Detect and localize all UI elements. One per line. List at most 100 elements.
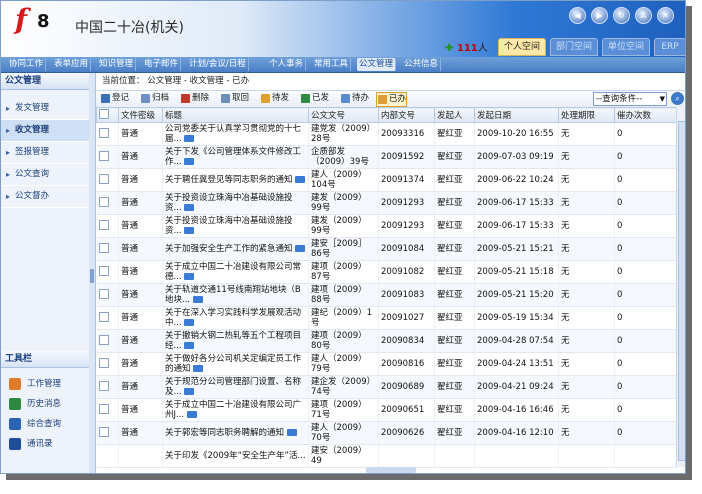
table-row[interactable]: 普通 关于做好各分公司机关定编定员工作的通知 建人（2009）79号 2009081… [96, 352, 677, 376]
sent-button[interactable]: 已发 [300, 92, 329, 105]
document-title-link[interactable]: 关于郭宏等同志职务聘解的通知 [165, 428, 284, 438]
table-row[interactable]: 普通 关于郭宏等同志职务聘解的通知 建人（2009）70号 20090626 翟红亚 2… [96, 421, 677, 445]
tab-erp[interactable]: ERP [654, 38, 685, 56]
checkbox-icon[interactable] [98, 265, 109, 276]
row-checkbox[interactable] [96, 191, 119, 215]
table-row[interactable]: 普通 公司党委关于认真学习贯彻党的十七届... 建党发（2009）28号 20093… [96, 122, 677, 146]
forward-icon[interactable]: ▶ [591, 7, 608, 24]
row-checkbox[interactable] [96, 214, 119, 238]
row-checkbox[interactable] [96, 168, 119, 192]
menu-document[interactable]: 公文管理 [357, 58, 397, 71]
document-title-link[interactable]: 关于加强安全生产工作的紧急通知 [165, 244, 293, 254]
tool-contacts[interactable]: 通讯录 [1, 434, 89, 454]
menu-tools[interactable]: 常用工具 [312, 58, 352, 71]
table-row[interactable]: 普通 关于成立中国二十冶建设有限公司广州J... 建项（2009）71号 20090… [96, 398, 677, 422]
document-title-link[interactable]: 关于轨道交通11号线南翔站地块（B地块... [165, 285, 301, 305]
checkbox-icon[interactable] [98, 196, 109, 207]
checkbox-icon[interactable] [98, 219, 109, 230]
cell-title[interactable]: 关于下发《公司管理体系文件修改工作... [162, 145, 309, 169]
sidebar-item-receive[interactable]: 收文管理 [1, 120, 89, 142]
col-internal-number[interactable]: 内部文号 [378, 107, 435, 123]
cell-title[interactable]: 关于做好各分公司机关定编定员工作的通知 [162, 352, 309, 376]
row-checkbox[interactable] [96, 398, 119, 422]
row-checkbox[interactable] [96, 122, 119, 146]
row-checkbox[interactable] [96, 329, 119, 353]
row-checkbox[interactable] [96, 145, 119, 169]
delete-button[interactable]: 删除 [180, 92, 209, 105]
table-row[interactable]: 普通 关于聘任冀登见等同志职务的通知 建人（2009）104号 20091374 翟红… [96, 168, 677, 192]
menu-email[interactable]: 电子邮件 [142, 58, 182, 71]
sidebar-item-supervise[interactable]: 公文督办 [1, 186, 89, 208]
cell-title[interactable]: 关于加强安全生产工作的紧急通知 [162, 237, 309, 261]
menu-forms[interactable]: 表单应用 [52, 58, 92, 71]
document-title-link[interactable]: 关于印发《2009年“安全生产年”活... [165, 451, 306, 461]
splitter-grip[interactable] [90, 269, 94, 283]
todo-button[interactable]: 待办 [340, 92, 369, 105]
refresh-icon[interactable]: ↻ [613, 7, 630, 24]
col-doc-number[interactable]: 公文文号 [308, 107, 379, 123]
checkbox-icon[interactable] [98, 357, 109, 368]
cell-title[interactable]: 关于投资设立珠海中冶基础设施投资... [162, 191, 309, 215]
checkbox-icon[interactable] [98, 242, 109, 253]
table-row[interactable]: 普通 关于撤销大钢二热轧等五个工程项目经... 建项（2009）80号 200908… [96, 329, 677, 353]
cell-title[interactable]: 关于规范分公司管理部门设置、名称及... [162, 375, 309, 399]
back-icon[interactable]: ◀ [569, 7, 586, 24]
horizontal-scroll-handle[interactable] [366, 467, 416, 473]
row-checkbox[interactable] [96, 237, 119, 261]
row-checkbox[interactable] [96, 260, 119, 284]
register-button[interactable]: 登记 [100, 92, 129, 105]
table-row[interactable]: 关于印发《2009年“安全生产年”活... 建安（2009）49 [96, 444, 677, 468]
table-row[interactable]: 普通 关于在深入学习实践科学发展观活动中... 建纪（2009）1号 2009102… [96, 306, 677, 330]
menu-knowledge[interactable]: 知识管理 [97, 58, 137, 71]
table-row[interactable]: 普通 关于规范分公司管理部门设置、名称及... 建企发（2009）74号 20090… [96, 375, 677, 399]
checkbox-icon[interactable] [98, 127, 109, 138]
cell-title[interactable]: 关于郭宏等同志职务聘解的通知 [162, 421, 309, 445]
document-title-link[interactable]: 关于聘任冀登见等同志职务的通知 [165, 175, 293, 185]
col-secrecy[interactable]: 文件密级 [118, 107, 163, 123]
col-date[interactable]: 发起日期 [474, 107, 559, 123]
row-checkbox[interactable] [96, 375, 119, 399]
cell-title[interactable]: 关于投资设立珠海中冶基础设施投资... [162, 214, 309, 238]
table-row[interactable]: 普通 关于投资设立珠海中冶基础设施投资... 建发（2009）99号 2009129… [96, 191, 677, 215]
ab-icon[interactable]: A [635, 7, 652, 24]
table-row[interactable]: 普通 关于投资设立珠海中冶基础设施投资... 建发（2009）99号 2009129… [96, 214, 677, 238]
table-row[interactable]: 普通 关于成立中国二十冶建设有限公司常德... 建项（2009）87号 200910… [96, 260, 677, 284]
checkbox-icon[interactable] [98, 173, 109, 184]
row-checkbox[interactable] [96, 283, 119, 307]
col-urge-count[interactable]: 催办次数 [614, 107, 677, 123]
tool-work[interactable]: 工作管理 [1, 374, 89, 394]
sidebar-item-query[interactable]: 公文查询 [1, 164, 89, 186]
pending-send-button[interactable]: 待发 [260, 92, 289, 105]
row-checkbox[interactable] [96, 352, 119, 376]
checkbox-icon[interactable] [98, 334, 109, 345]
menu-personal[interactable]: 个人事务 [267, 58, 307, 71]
splitter[interactable] [89, 73, 96, 473]
row-checkbox[interactable] [96, 306, 119, 330]
retrieve-button[interactable]: 取回 [220, 92, 249, 105]
checkbox-icon[interactable] [98, 380, 109, 391]
sidebar-item-send[interactable]: 发文管理 [1, 98, 89, 120]
checkbox-icon[interactable] [98, 150, 109, 161]
cell-title[interactable]: 公司党委关于认真学习贯彻党的十七届... [162, 122, 309, 146]
tab-unit-space[interactable]: 单位空间 [602, 38, 650, 56]
select-all-checkbox[interactable] [96, 107, 119, 123]
sidebar-item-report[interactable]: 签报管理 [1, 142, 89, 164]
menu-public[interactable]: 公共信息 [402, 58, 442, 71]
cell-title[interactable]: 关于成立中国二十冶建设有限公司常德... [162, 260, 309, 284]
row-checkbox[interactable] [96, 421, 119, 445]
cell-title[interactable]: 关于撤销大钢二热轧等五个工程项目经... [162, 329, 309, 353]
checkbox-icon[interactable] [99, 108, 109, 119]
menu-plan[interactable]: 计划/会议/日程 [187, 58, 249, 71]
checkbox-icon[interactable] [98, 288, 109, 299]
search-icon[interactable]: ⌕ [671, 92, 684, 105]
document-title-link[interactable]: 关于做好各分公司机关定编定员工作的通知 [165, 354, 301, 374]
table-row[interactable]: 普通 关于加强安全生产工作的紧急通知 建安［2009］86号 20091084 翟红亚… [96, 237, 677, 261]
document-title-link[interactable]: 关于成立中国二十冶建设有限公司广州J... [165, 400, 301, 420]
checkbox-icon[interactable] [98, 311, 109, 322]
scroll-thumb[interactable] [678, 121, 685, 461]
archive-button[interactable]: 归档 [140, 92, 169, 105]
col-deadline[interactable]: 处理期限 [558, 107, 615, 123]
tool-query[interactable]: 综合查询 [1, 414, 89, 434]
online-count[interactable]: ✚ 111人 [445, 39, 488, 54]
checkbox-icon[interactable] [98, 426, 109, 437]
